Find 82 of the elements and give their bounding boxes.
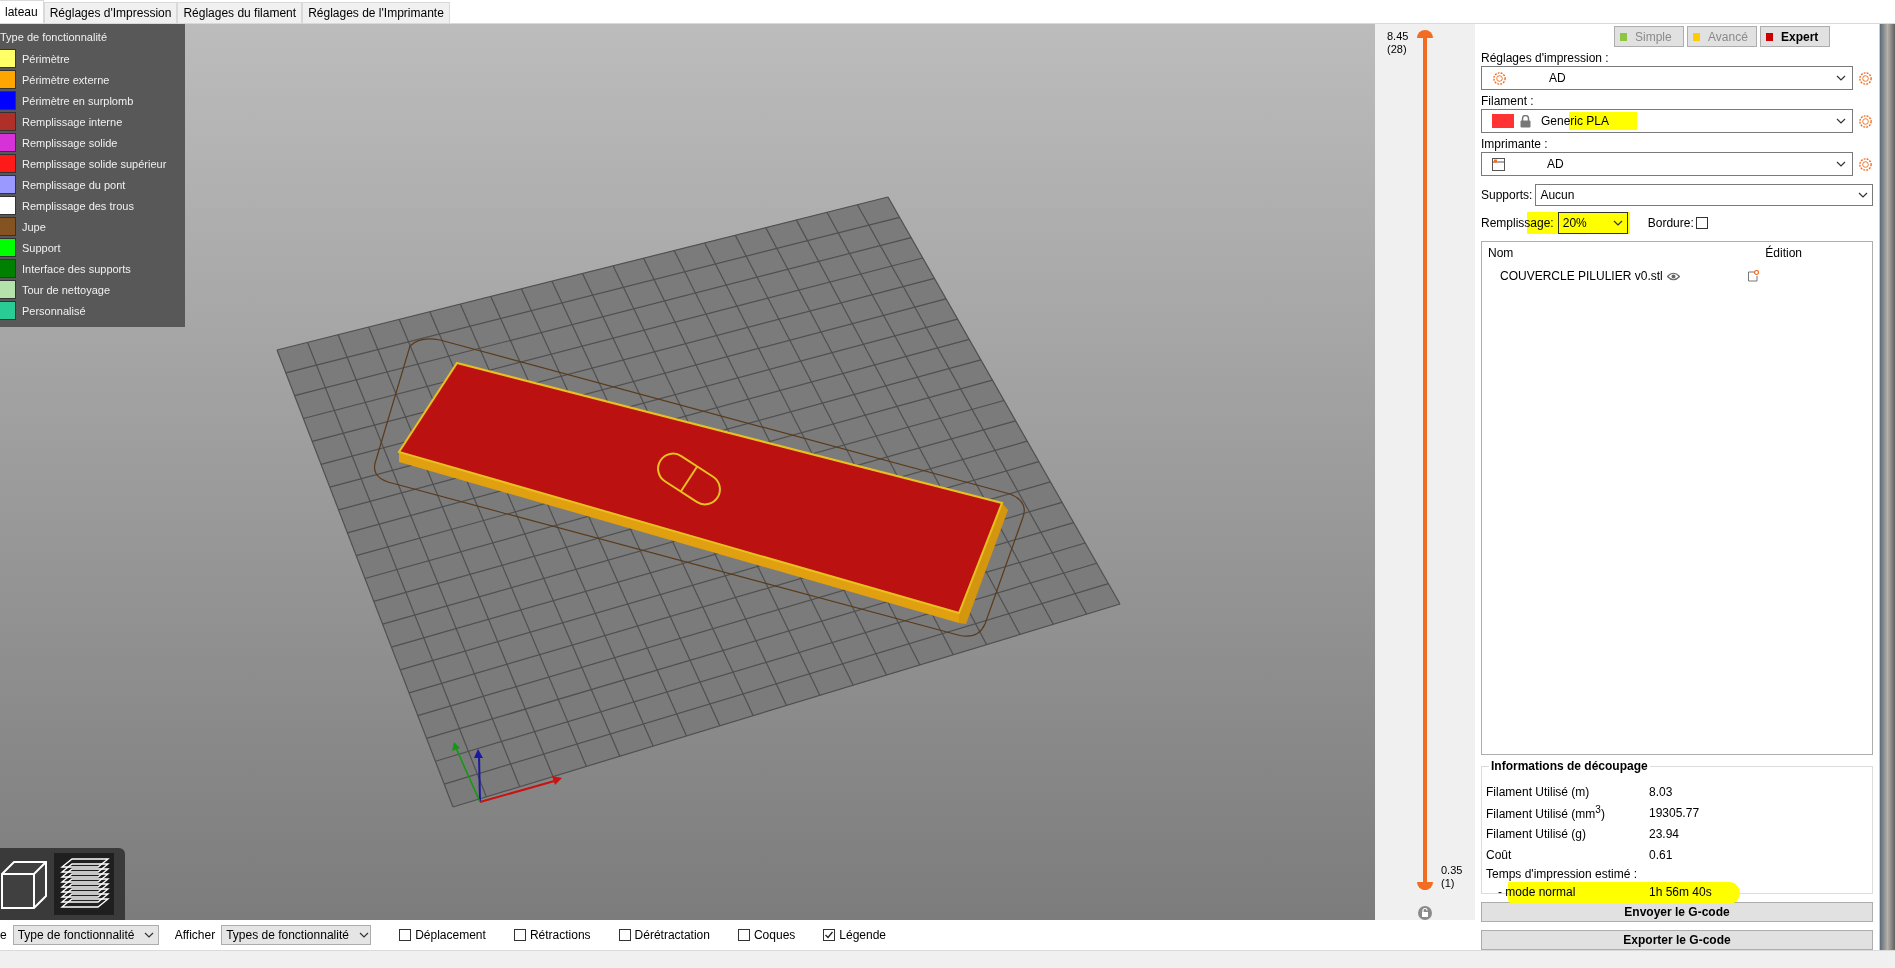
legend-label: Remplissage solide xyxy=(22,136,118,149)
legend-label: Périmètre externe xyxy=(22,73,110,86)
show-dropdown[interactable]: Types de fonctionnalité xyxy=(221,925,372,945)
gear-icon xyxy=(1492,70,1507,86)
supports-dropdown[interactable]: Aucun xyxy=(1535,184,1873,206)
checkbox-label: Coques xyxy=(753,928,796,942)
column-header: Édition xyxy=(1765,246,1802,260)
info-label: Temps d'impression estimé : xyxy=(1486,867,1638,884)
info-label: Coût xyxy=(1486,847,1513,862)
legend-label: Tour de nettoyage xyxy=(22,283,111,296)
legend-label: Personnalisé xyxy=(22,304,86,317)
gear-icon xyxy=(1858,70,1873,86)
caret-icon xyxy=(1836,161,1846,167)
edit-icon xyxy=(1747,270,1759,282)
layers-icon xyxy=(54,853,114,915)
checkbox[interactable] xyxy=(618,929,631,941)
checkbox-label: Dérétractation xyxy=(634,928,710,942)
caret-icon xyxy=(358,932,369,938)
checkbox-label: Légende xyxy=(839,928,887,942)
caret-icon xyxy=(1858,192,1868,198)
tab[interactable]: Réglages d'Impression xyxy=(43,2,178,23)
legend-label: Support xyxy=(22,241,61,254)
legend-label: Périmètre en surplomb xyxy=(22,94,134,107)
legend-label: Jupe xyxy=(22,220,46,233)
checkbox-label: Rétractions xyxy=(529,928,591,942)
checkbox[interactable] xyxy=(399,929,412,941)
window-icon xyxy=(1492,157,1505,171)
gcode-button[interactable]: Envoyer le G-code xyxy=(1481,902,1873,923)
gcode-button[interactable]: Exporter le G-code xyxy=(1481,930,1873,950)
gear-icon xyxy=(1858,156,1873,172)
mode-button[interactable]: Expert xyxy=(1760,26,1830,47)
padlock-icon xyxy=(1520,114,1531,128)
info-label: Filament Utilisé (m) xyxy=(1486,784,1591,799)
show-label: Afficher xyxy=(174,928,216,942)
field-label: Filament : xyxy=(1481,94,1535,108)
layer-number: (28) xyxy=(1387,43,1408,56)
infill-dropdown[interactable]: 20% xyxy=(1557,212,1628,234)
preset-dropdown[interactable]: AD xyxy=(1481,66,1853,90)
tab[interactable]: Réglages du filament xyxy=(177,2,303,23)
info-value: 23.94 xyxy=(1649,826,1680,841)
eye-icon xyxy=(1667,271,1680,281)
checkbox[interactable] xyxy=(823,929,836,941)
tab[interactable]: lateau xyxy=(0,0,44,23)
view-type-dropdown[interactable]: Type de fonctionnalité xyxy=(12,925,159,945)
checkbox[interactable] xyxy=(513,929,526,941)
legend-label: Interface des supports xyxy=(22,262,131,275)
checkbox[interactable] xyxy=(737,929,750,941)
layer-height: 8.45 xyxy=(1387,30,1409,43)
legend-label: Remplissage des trous xyxy=(22,199,134,212)
caret-icon xyxy=(1836,118,1846,124)
info-value: 0.61 xyxy=(1649,847,1673,862)
field-label: Bordure: xyxy=(1647,216,1694,230)
caret-icon xyxy=(144,932,155,938)
column-header: Nom xyxy=(1487,246,1515,260)
field-label: Imprimante : xyxy=(1481,137,1549,151)
legend-title: Type de fonctionnalité xyxy=(0,31,108,43)
gear-icon xyxy=(1858,113,1873,129)
caret-icon xyxy=(1612,220,1623,226)
layer-height: 0.35 xyxy=(1441,864,1463,877)
viewport[interactable] xyxy=(0,24,1375,920)
checkbox[interactable] xyxy=(1695,217,1708,229)
view-label: e xyxy=(0,928,7,942)
caret-icon xyxy=(1836,75,1846,81)
group-title: Informations de découpage xyxy=(1489,759,1650,774)
info-value: 8.03 xyxy=(1649,784,1673,799)
info-value: 1h 56m 40s xyxy=(1649,884,1712,899)
legend-label: Remplissage solide supérieur xyxy=(22,157,167,170)
slider-handle[interactable] xyxy=(1417,882,1433,890)
legend-label: Remplissage interne xyxy=(22,115,123,128)
checkbox-label: Déplacement xyxy=(415,928,486,942)
info-value: 19305.77 xyxy=(1649,805,1700,820)
legend-label: Remplissage du pont xyxy=(22,178,126,191)
field-label: Réglages d'impression : xyxy=(1481,51,1610,65)
field-label: Supports: xyxy=(1481,188,1533,202)
legend-label: Périmètre xyxy=(22,52,70,65)
tab[interactable]: Réglages de l'Imprimante xyxy=(302,2,450,23)
info-label: Filament Utilisé (mm$^{3}$) xyxy=(1486,804,1606,822)
object-name[interactable]: COUVERCLE PILULIER v0.stl xyxy=(1500,269,1667,283)
info-label: Filament Utilisé (g) xyxy=(1486,826,1588,841)
preset-dropdown[interactable]: AD xyxy=(1481,152,1853,176)
slider-handle[interactable] xyxy=(1417,30,1433,38)
layer-number: (1) xyxy=(1441,877,1456,890)
